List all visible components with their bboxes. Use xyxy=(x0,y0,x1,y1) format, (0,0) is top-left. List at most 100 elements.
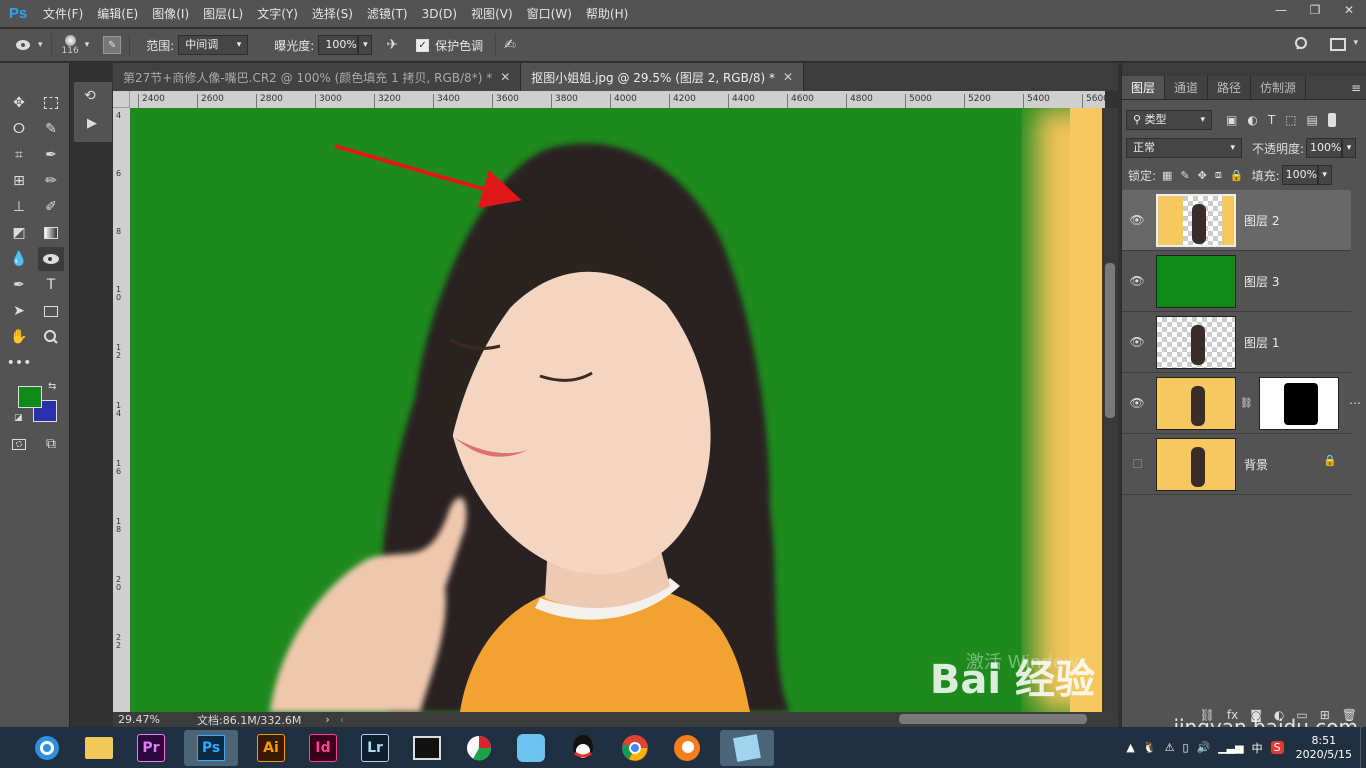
lock-artboard-icon[interactable]: ⧈ xyxy=(1215,168,1222,182)
default-colors-icon[interactable]: ◪ xyxy=(14,413,23,423)
restore-button[interactable]: ❐ xyxy=(1298,0,1332,22)
blur-tool-icon[interactable]: 💧 xyxy=(6,247,32,271)
layer-row[interactable]: 背景 🔒 xyxy=(1122,434,1351,495)
sogou-ime-icon[interactable]: S xyxy=(1270,741,1284,754)
file-explorer-icon[interactable] xyxy=(80,730,118,766)
fill-input[interactable]: 100% xyxy=(1281,165,1318,185)
chevron-down-icon[interactable]: ▾ xyxy=(38,40,43,50)
tab-document-1[interactable]: 第27节+商修人像-嘴巴.CR2 @ 100% (颜色填充 1 拷贝, RGB/… xyxy=(113,63,522,91)
volume-icon[interactable]: 🔊 xyxy=(1197,741,1211,754)
actions-play-icon[interactable]: ▶ xyxy=(87,116,97,131)
exposure-input[interactable]: 100% xyxy=(318,35,359,55)
cat-app-icon[interactable] xyxy=(512,730,550,766)
move-tool-icon[interactable]: ✥ xyxy=(6,91,32,115)
history-brush-tool-icon[interactable]: ✐ xyxy=(38,195,64,219)
marquee-tool-icon[interactable] xyxy=(38,91,64,115)
layer-mask-thumbnail[interactable] xyxy=(1258,376,1339,430)
filter-toggle-icon[interactable] xyxy=(1327,113,1336,127)
scroll-thumb[interactable] xyxy=(899,714,1088,724)
indesign-icon[interactable]: Id xyxy=(309,733,337,762)
type-tool-icon[interactable]: T xyxy=(38,273,64,297)
sponge-tool-preset-icon[interactable] xyxy=(14,38,36,52)
chevron-down-icon[interactable]: ▾ xyxy=(85,40,90,50)
menu-window[interactable]: 窗口(W) xyxy=(520,5,579,22)
fill-dropdown-icon[interactable]: ▾ xyxy=(1317,165,1332,185)
link-icon[interactable]: ⛓ xyxy=(1240,398,1253,409)
layer-row[interactable]: 👁 图层 1 xyxy=(1122,312,1351,373)
ime-indicator[interactable]: 中 xyxy=(1252,740,1263,756)
ie-browser-icon[interactable] xyxy=(28,730,66,766)
path-select-tool-icon[interactable]: ➤ xyxy=(6,299,32,323)
hand-tool-icon[interactable]: ✋ xyxy=(6,325,32,349)
menu-help[interactable]: 帮助(H) xyxy=(579,5,635,22)
filter-adjustment-icon[interactable]: ◐ xyxy=(1247,113,1257,127)
lock-all-icon[interactable]: 🔒 xyxy=(1230,169,1244,182)
crop-tool-icon[interactable]: ⌗ xyxy=(6,143,32,167)
close-icon[interactable]: ✕ xyxy=(783,70,793,84)
layer-row[interactable]: 👁 ⛓ … xyxy=(1122,373,1361,434)
filter-pixel-icon[interactable]: ▣ xyxy=(1226,113,1237,127)
more-icon[interactable]: … xyxy=(1349,393,1361,407)
swap-colors-icon[interactable]: ⇆ xyxy=(48,381,56,392)
quick-select-tool-icon[interactable]: ✎ xyxy=(38,117,64,141)
close-icon[interactable]: ✕ xyxy=(500,70,510,84)
eyedropper-tool-icon[interactable]: ✒ xyxy=(38,143,64,167)
search-icon[interactable] xyxy=(1294,36,1310,56)
pen-tool-icon[interactable]: ✒ xyxy=(6,273,32,297)
screen-mode-icon[interactable]: ⧉ xyxy=(38,432,64,456)
qq-icon[interactable] xyxy=(564,730,602,766)
foreground-color-swatch[interactable] xyxy=(18,386,42,408)
show-desktop-button[interactable] xyxy=(1360,727,1366,768)
photoshop-icon[interactable]: Ps xyxy=(184,729,238,766)
document-canvas[interactable]: 激活 Windows Bai 经验 xyxy=(130,108,1102,712)
airbrush-icon[interactable]: ✈ xyxy=(386,37,398,53)
illustrator-icon[interactable]: Ai xyxy=(257,733,285,762)
blend-mode-select[interactable]: 正常 ▾ xyxy=(1126,138,1242,158)
healing-brush-tool-icon[interactable]: ⊞ xyxy=(6,169,32,193)
visibility-eye-icon[interactable]: 👁 xyxy=(1122,396,1152,410)
visibility-off-icon[interactable] xyxy=(1122,457,1152,471)
lightroom-icon[interactable]: Lr xyxy=(361,733,389,762)
opacity-dropdown-icon[interactable]: ▾ xyxy=(1342,138,1357,158)
gradient-tool-icon[interactable] xyxy=(38,221,64,245)
history-icon[interactable]: ⟲ xyxy=(84,88,96,104)
rectangle-tool-icon[interactable] xyxy=(38,299,64,323)
system-clock[interactable]: 8:51 2020/5/15 xyxy=(1296,734,1352,762)
visibility-eye-icon[interactable]: 👁 xyxy=(1122,335,1152,349)
clone-stamp-tool-icon[interactable]: ⊥ xyxy=(6,195,32,219)
notes-app-icon[interactable] xyxy=(720,729,774,766)
menu-3d[interactable]: 3D(D) xyxy=(415,7,464,21)
tab-channels[interactable]: 通道 xyxy=(1165,76,1209,99)
premiere-icon[interactable]: Pr xyxy=(137,733,165,762)
firefox-icon[interactable] xyxy=(668,730,706,766)
menu-file[interactable]: 文件(F) xyxy=(36,5,90,22)
workspace-icon[interactable] xyxy=(1330,38,1346,51)
tab-layers[interactable]: 图层 xyxy=(1122,76,1166,99)
zoom-level[interactable]: 29.47% xyxy=(118,713,163,726)
eraser-tool-icon[interactable]: ◩ xyxy=(6,221,32,245)
layer-filter-select[interactable]: ⚲ 类型 ▾ xyxy=(1126,110,1212,130)
tray-expand-icon[interactable]: ▲ xyxy=(1126,741,1134,754)
lock-position-icon[interactable]: ✥ xyxy=(1198,169,1207,182)
exposure-dropdown-icon[interactable]: ▾ xyxy=(358,35,373,55)
filter-shape-icon[interactable]: ⬚ xyxy=(1285,113,1296,127)
sponge-tool-icon[interactable] xyxy=(38,247,64,271)
status-menu-icon[interactable]: › xyxy=(325,713,329,726)
tab-document-2[interactable]: 抠图小姐姐.jpg @ 29.5% (图层 2, RGB/8) * ✕ xyxy=(521,63,805,91)
close-button[interactable]: ✕ xyxy=(1332,0,1366,22)
panel-menu-icon[interactable]: ≡ xyxy=(1351,76,1361,99)
lock-image-icon[interactable]: ✎ xyxy=(1180,169,1189,182)
qq-tray-icon[interactable]: 🐧 xyxy=(1143,741,1157,754)
chrome-icon[interactable] xyxy=(616,730,654,766)
signal-icon[interactable]: ▁▃▅ xyxy=(1218,741,1243,754)
menu-type[interactable]: 文字(Y) xyxy=(250,5,305,22)
horizontal-scrollbar[interactable] xyxy=(344,712,1118,727)
brush-tool-icon[interactable]: ✏ xyxy=(38,169,64,193)
tab-paths[interactable]: 路径 xyxy=(1208,76,1252,99)
battery-icon[interactable]: ▯ xyxy=(1182,741,1188,754)
tab-clone-source[interactable]: 仿制源 xyxy=(1251,76,1307,99)
network-warning-icon[interactable]: ⚠ xyxy=(1165,741,1175,754)
minimize-button[interactable]: — xyxy=(1264,0,1298,22)
range-select[interactable]: 中间调 ▾ xyxy=(178,35,249,55)
filter-smart-object-icon[interactable]: ▤ xyxy=(1307,113,1318,127)
